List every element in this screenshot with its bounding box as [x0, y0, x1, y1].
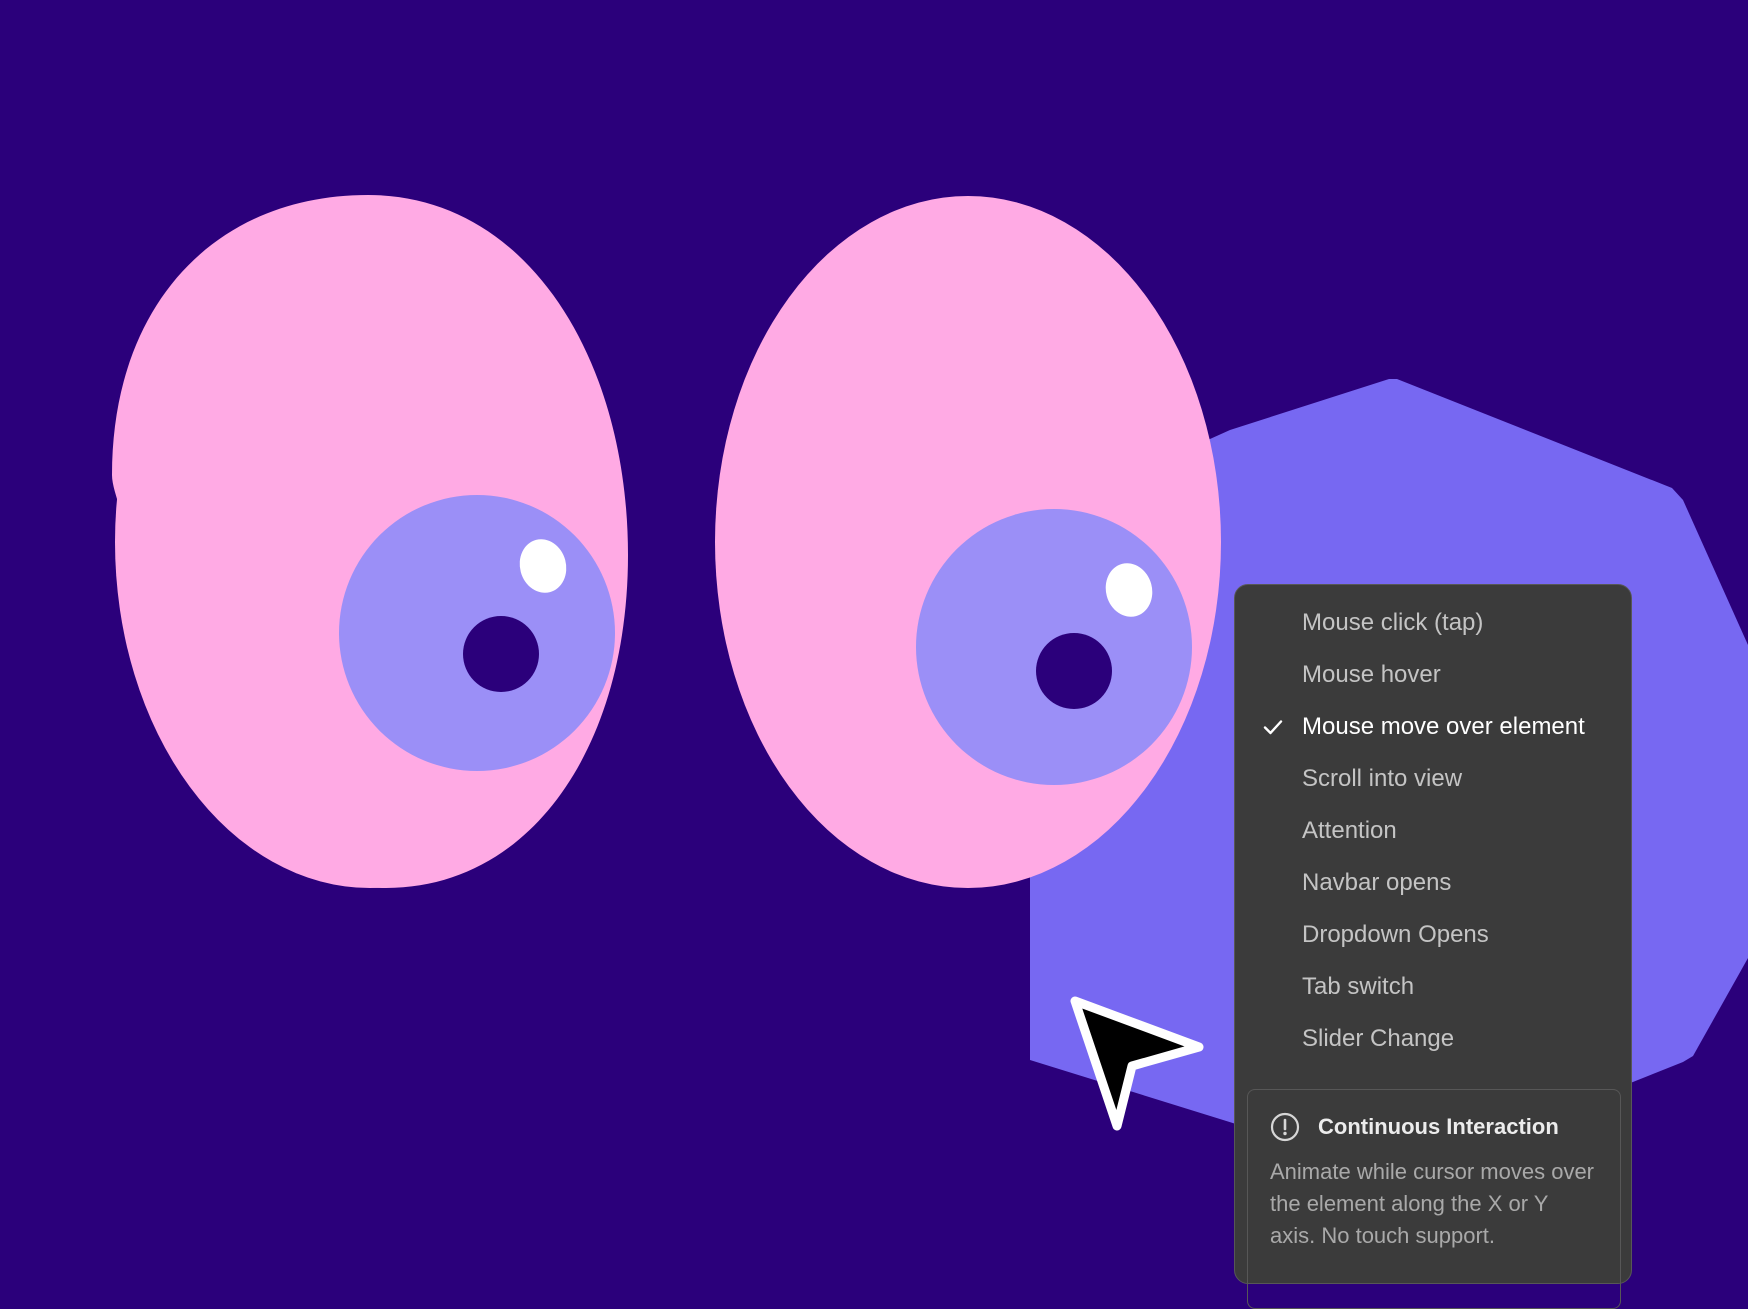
- exclamation-circle-icon: [1270, 1112, 1300, 1142]
- menu-item-label: Mouse move over element: [1302, 713, 1585, 740]
- right-eye-pupil: [1036, 633, 1112, 709]
- checkmark-icon: [1263, 720, 1283, 735]
- menu-item-slider-change[interactable]: Slider Change: [1235, 1013, 1631, 1065]
- menu-item-tab-switch[interactable]: Tab switch: [1235, 961, 1631, 1013]
- menu-item-navbar-opens[interactable]: Navbar opens: [1235, 857, 1631, 909]
- menu-item-mouse-move[interactable]: Mouse move over element: [1235, 701, 1631, 753]
- trigger-dropdown-menu: Mouse click (tap) Mouse hover Mouse move…: [1234, 584, 1632, 1309]
- menu-item-mouse-click[interactable]: Mouse click (tap): [1235, 597, 1631, 649]
- info-header: Continuous Interaction: [1270, 1112, 1598, 1142]
- left-eye-pupil: [463, 616, 539, 692]
- menu-item-mouse-hover[interactable]: Mouse hover: [1235, 649, 1631, 701]
- info-description: Animate while cursor moves over the elem…: [1270, 1159, 1595, 1248]
- right-eye: [715, 196, 1221, 888]
- left-eye: [112, 195, 628, 888]
- info-title: Continuous Interaction: [1318, 1114, 1559, 1139]
- menu-item-dropdown-opens[interactable]: Dropdown Opens: [1235, 909, 1631, 961]
- menu-item-scroll-into-view[interactable]: Scroll into view: [1235, 753, 1631, 805]
- continuous-interaction-info: Continuous Interaction Animate while cur…: [1247, 1089, 1621, 1309]
- menu-item-attention[interactable]: Attention: [1235, 805, 1631, 857]
